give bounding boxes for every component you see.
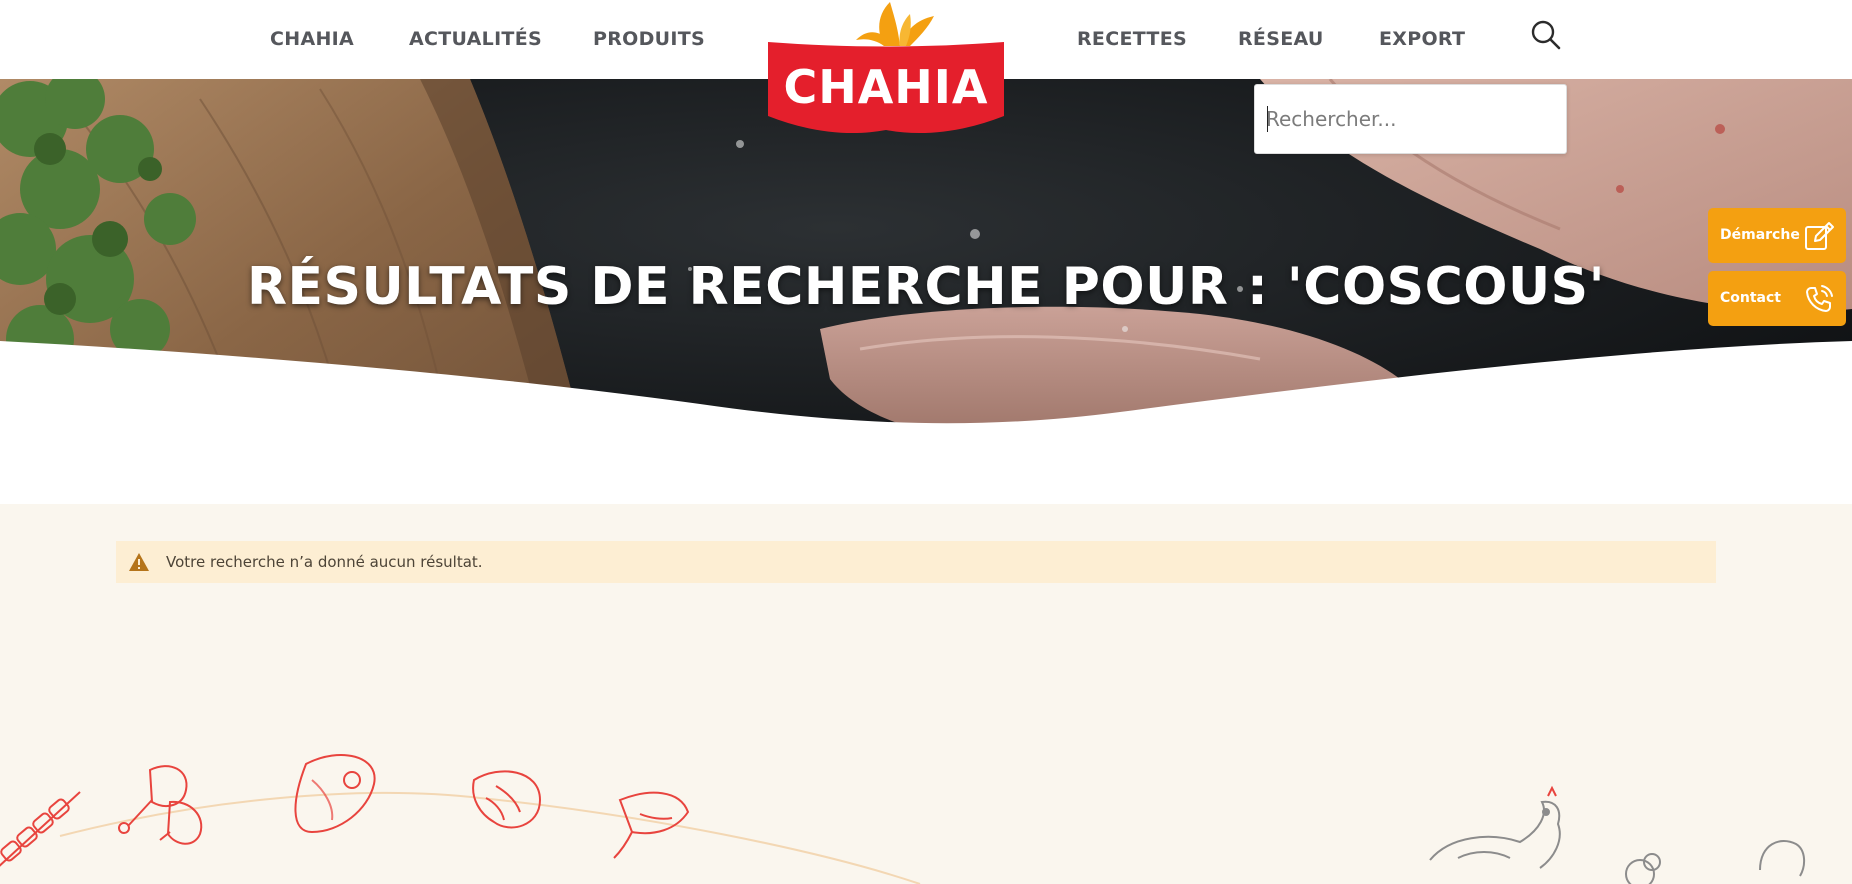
logo-text: CHAHIA — [783, 60, 989, 114]
food-illustrations — [0, 753, 1806, 884]
nav-item-actualites[interactable]: ACTUALITÉS — [409, 28, 542, 50]
warning-icon — [129, 553, 149, 571]
nav-item-recettes[interactable]: RECETTES — [1077, 28, 1187, 50]
demarche-button[interactable]: Démarche — [1708, 208, 1846, 263]
demarche-label: Démarche — [1720, 227, 1800, 243]
no-results-notice: Votre recherche n’a donné aucun résultat… — [116, 541, 1716, 583]
phone-icon — [1806, 285, 1833, 312]
drumstick-illustration — [118, 765, 203, 845]
nav-item-export[interactable]: EXPORT — [1379, 28, 1465, 50]
skewer-illustration — [0, 791, 81, 867]
hen-illustration — [1429, 785, 1561, 869]
contact-button[interactable]: Contact — [1708, 271, 1846, 326]
chahia-logo[interactable]: CHAHIA — [766, 0, 1006, 140]
text-caret — [1267, 106, 1268, 132]
nav-item-reseau[interactable]: RÉSEAU — [1238, 28, 1324, 50]
notice-text: Votre recherche n’a donné aucun résultat… — [166, 553, 483, 571]
page-title: RÉSULTATS DE RECHERCHE POUR : 'COSCOUS' — [246, 257, 1606, 317]
nav-item-produits[interactable]: PRODUITS — [593, 28, 705, 50]
chick-illustration — [1625, 840, 1806, 884]
salmon-illustration — [472, 770, 542, 829]
search-dropdown — [1254, 84, 1567, 154]
search-input[interactable] — [1255, 85, 1566, 153]
search-toggle-button[interactable] — [1528, 17, 1564, 53]
nav-item-chahia[interactable]: CHAHIA — [270, 28, 354, 50]
search-icon — [1531, 20, 1561, 50]
logo-crest-icon — [856, 2, 934, 46]
contact-label: Contact — [1720, 290, 1781, 306]
edit-icon — [1805, 222, 1834, 250]
hero-banner: RÉSULTATS DE RECHERCHE POUR : 'COSCOUS' — [0, 79, 1852, 504]
